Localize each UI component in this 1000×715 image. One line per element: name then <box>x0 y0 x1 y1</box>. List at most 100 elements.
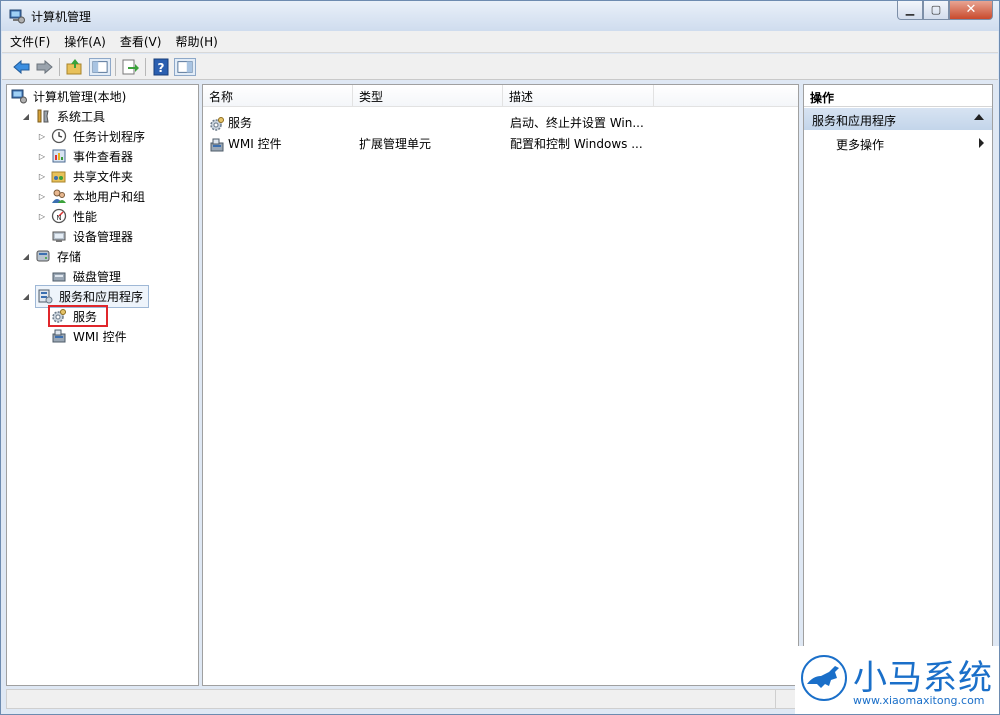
device-manager-icon <box>52 231 66 242</box>
tree-item-label: 共享文件夹 <box>73 169 134 184</box>
list-view: 名称 类型 描述 服务 启动、终止并设置 Win... WMI 控件 扩展管理单… <box>202 84 799 686</box>
tree-item-label: 任务计划程序 <box>73 129 146 144</box>
show-hide-console-tree-icon[interactable] <box>89 58 111 76</box>
back-arrow-icon[interactable] <box>12 58 32 76</box>
tree-item-device-manager[interactable]: 设备管理器 <box>37 226 135 246</box>
wmi-icon <box>210 138 224 151</box>
tree-item-event-viewer[interactable]: ▷ 事件查看器 <box>37 146 135 166</box>
highlight-box <box>48 305 108 327</box>
tree-item-label: 磁盘管理 <box>73 269 122 284</box>
console-tree: 计算机管理(本地) ◢ 系统工具 ▷ 任务计划程序 ▷ 事件查看器 ▷ 共享文件夹 ▷ 本地用户和组… <box>6 84 199 686</box>
tree-item-local-users-groups[interactable]: ▷ 本地用户和组 <box>37 186 147 206</box>
computer-manage-icon <box>9 9 25 24</box>
minimize-button[interactable]: ▁ <box>897 1 923 20</box>
tree-item-content: 共享文件夹 <box>51 167 135 186</box>
tree-item-label: 事件查看器 <box>73 149 134 164</box>
list-cell-type: 扩展管理单元 <box>359 137 432 151</box>
tree-item-task-scheduler[interactable]: ▷ 任务计划程序 <box>37 126 147 146</box>
tree-item-content: 系统工具 <box>35 107 107 126</box>
list-row-services[interactable]: 服务 启动、终止并设置 Win... <box>203 110 798 132</box>
tree-item-disk-management[interactable]: 磁盘管理 <box>37 266 123 286</box>
tree-item-content: N 性能 <box>51 207 99 226</box>
tree-expander-icon[interactable]: ◢ <box>21 252 31 261</box>
status-separator <box>775 690 776 708</box>
tree-expander-icon[interactable]: ◢ <box>21 112 31 121</box>
tree-root-computer-management[interactable]: 计算机管理(本地) <box>11 86 128 106</box>
tree-item-content: 磁盘管理 <box>51 267 123 286</box>
tree-item-content: WMI 控件 <box>51 327 129 346</box>
performance-icon: N <box>51 208 67 224</box>
tree-item-storage[interactable]: ◢ 存储 <box>21 246 83 266</box>
help-icon[interactable]: ? <box>151 58 171 76</box>
tree-item-label: WMI 控件 <box>73 329 127 344</box>
title-bar[interactable]: 计算机管理 ▁ ▢ ✕ <box>1 1 999 31</box>
column-header-filler <box>654 85 798 107</box>
menu-file[interactable]: 文件(F) <box>10 33 50 50</box>
collapse-caret-icon[interactable] <box>974 114 984 120</box>
column-header-type[interactable]: 类型 <box>353 85 503 107</box>
disk-icon <box>52 272 66 282</box>
watermark-brand: 小马系统 <box>853 658 993 698</box>
tree-expander-icon[interactable]: ▷ <box>37 152 47 161</box>
tree-item-content: 设备管理器 <box>51 227 135 246</box>
watermark: 小马系统 www.xiaomaxitong.com <box>795 646 999 714</box>
menu-view[interactable]: 查看(V) <box>120 33 162 50</box>
close-button[interactable]: ✕ <box>949 1 993 20</box>
actions-group-label: 服务和应用程序 <box>812 114 897 128</box>
up-folder-icon[interactable] <box>65 58 85 76</box>
service-name: 服务 <box>228 116 253 130</box>
maximize-button[interactable]: ▢ <box>923 1 949 20</box>
list-row-wmi[interactable]: WMI 控件 扩展管理单元 配置和控制 Windows ... <box>203 131 798 153</box>
tools-icon <box>37 109 49 123</box>
tree-expander-icon[interactable]: ▷ <box>37 132 47 141</box>
toolbar-separator <box>115 58 116 76</box>
show-hide-action-pane-icon[interactable] <box>174 58 196 76</box>
clock-icon <box>51 128 67 144</box>
export-list-icon[interactable] <box>120 58 140 76</box>
tree-item-wmi-control[interactable]: WMI 控件 <box>37 326 129 346</box>
computer-management-window: 计算机管理 ▁ ▢ ✕ 文件(F) 操作(A) 查看(V) 帮助(H) ? 计算… <box>0 0 1000 715</box>
tree-item-label: 本地用户和组 <box>73 189 146 204</box>
list-cell-name: WMI 控件 <box>209 135 282 153</box>
tree-expander-icon[interactable]: ◢ <box>21 292 31 301</box>
wmi-icon <box>52 329 66 343</box>
tree-expander-icon[interactable]: ▷ <box>37 172 47 181</box>
tree-item-shared-folders[interactable]: ▷ 共享文件夹 <box>37 166 135 186</box>
list-cell-description: 启动、终止并设置 Win... <box>510 116 644 130</box>
toolbar-separator <box>145 58 146 76</box>
shared-folder-icon <box>51 171 66 183</box>
list-cell-description: 配置和控制 Windows ... <box>510 137 643 151</box>
tree-item-content: 事件查看器 <box>51 147 135 166</box>
computer-manage-icon <box>11 89 27 104</box>
tree-item-performance[interactable]: ▷ N 性能 <box>37 206 99 226</box>
menu-help[interactable]: 帮助(H) <box>175 33 217 50</box>
horse-logo-icon <box>801 655 847 701</box>
more-actions-label: 更多操作 <box>836 138 885 152</box>
gear-services-icon <box>210 116 224 131</box>
tree-item-content: 计算机管理(本地) <box>11 87 128 106</box>
tree-item-label: 计算机管理(本地) <box>33 89 127 104</box>
tree-item-services-and-applications[interactable]: ◢ 服务和应用程序 <box>21 284 150 308</box>
menu-action[interactable]: 操作(A) <box>64 33 106 50</box>
menu-bar: 文件(F) 操作(A) 查看(V) 帮助(H) <box>2 31 998 53</box>
tree-item-label: 性能 <box>73 209 98 224</box>
toolbar: ? <box>2 54 998 80</box>
tree-expander-icon[interactable]: ▷ <box>37 212 47 221</box>
tree-item-content: 任务计划程序 <box>51 127 147 146</box>
tree-item-label: 设备管理器 <box>73 229 134 244</box>
actions-group-services-apps[interactable]: 服务和应用程序 <box>804 108 992 130</box>
tree-expander-icon[interactable]: ▷ <box>37 192 47 201</box>
svg-text:?: ? <box>158 61 165 75</box>
column-header-name[interactable]: 名称 <box>203 85 353 107</box>
wmi-name: WMI 控件 <box>228 137 282 151</box>
tree-item-system-tools[interactable]: ◢ 系统工具 <box>21 106 107 126</box>
minimize-icon: ▁ <box>905 3 915 16</box>
actions-header: 操作 <box>804 85 992 107</box>
tree-item-label: 服务和应用程序 <box>59 289 144 304</box>
actions-pane: 操作 服务和应用程序 更多操作 <box>803 84 993 686</box>
more-actions-item[interactable]: 更多操作 <box>804 132 992 154</box>
forward-arrow-icon[interactable] <box>34 58 54 76</box>
close-icon: ✕ <box>965 2 977 17</box>
column-header-description[interactable]: 描述 <box>503 85 654 107</box>
tree-item-label: 系统工具 <box>57 109 106 124</box>
